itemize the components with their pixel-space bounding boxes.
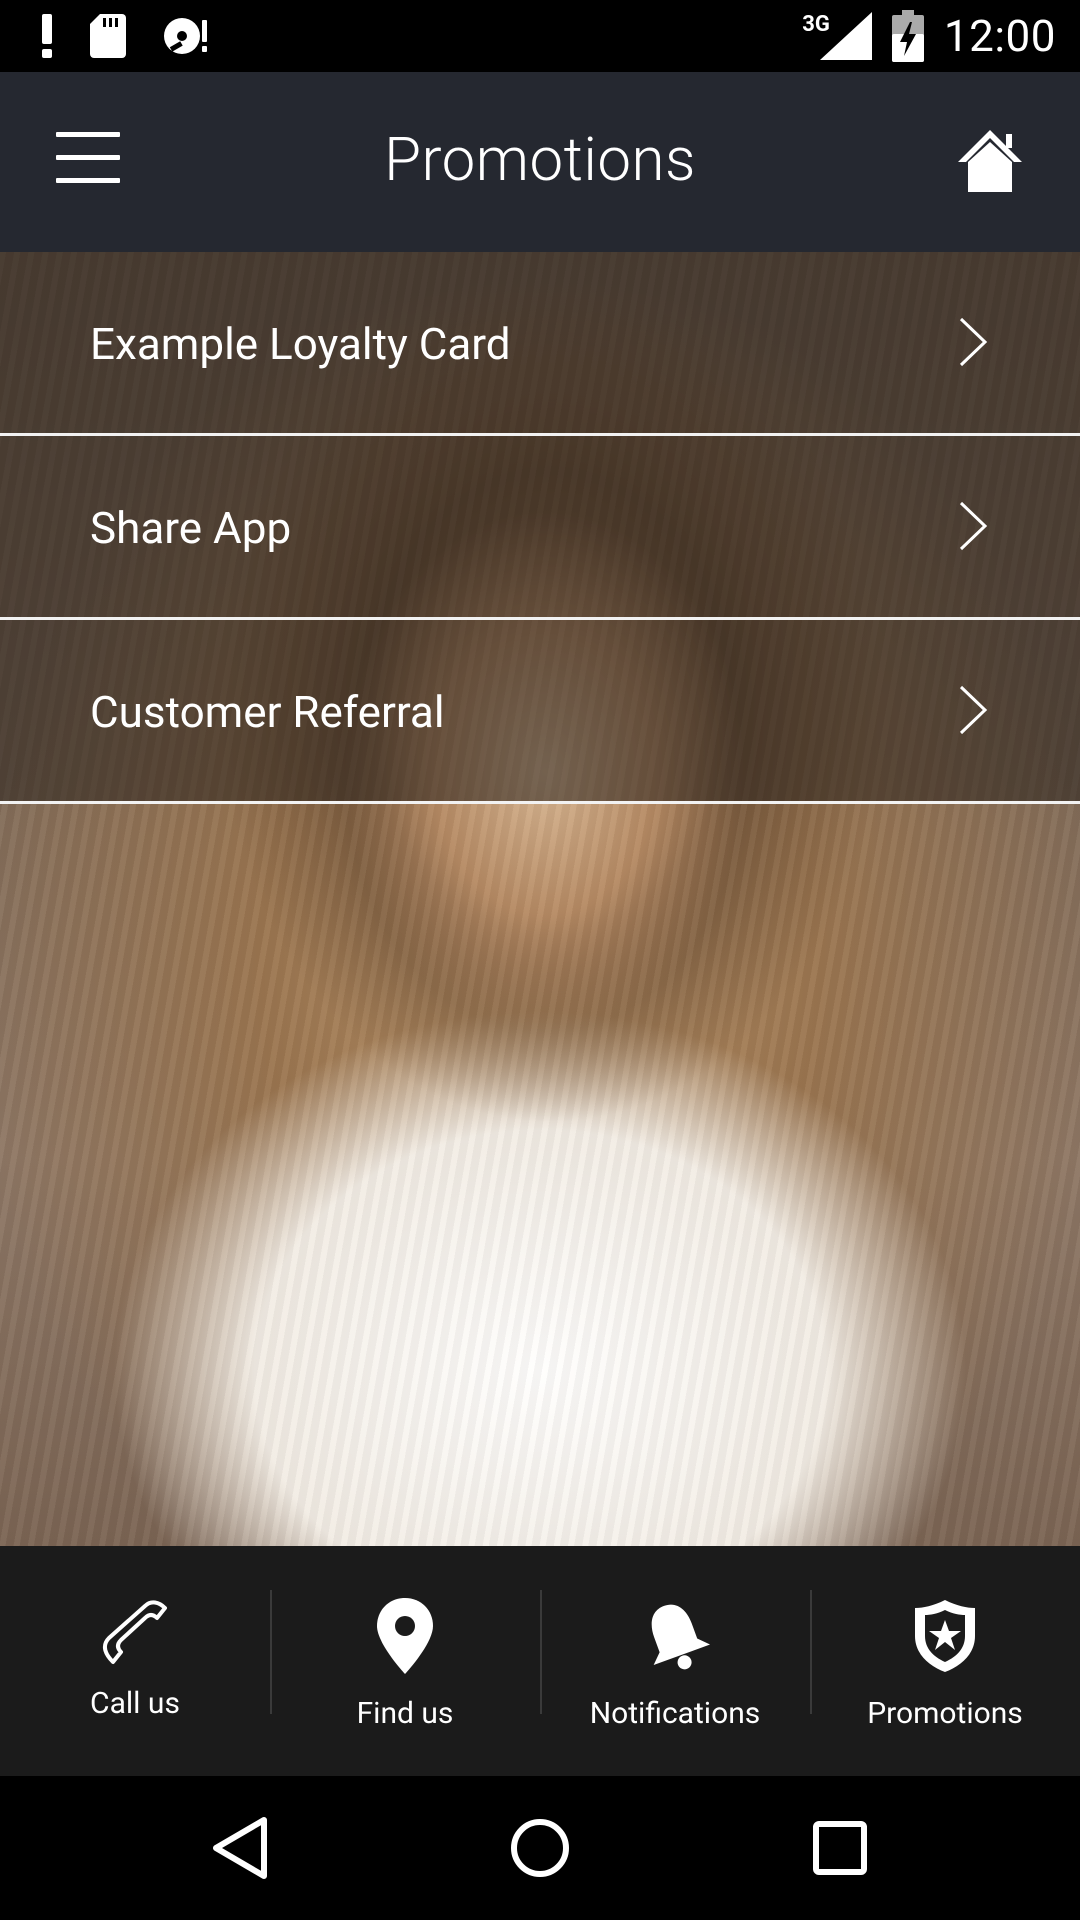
promotion-item-share-app[interactable]: Share App [0,436,1080,620]
tab-promotions[interactable]: Promotions [810,1546,1080,1776]
bell-icon [651,1604,711,1670]
bottom-tab-bar: Call us Find us Notifications Promotions [0,1546,1080,1776]
promotion-item-label: Customer Referral [90,686,445,738]
battery-charging-icon [891,10,924,62]
status-bar: 3G 12:00 [0,0,1080,72]
tab-label: Notifications [589,1696,761,1731]
tab-label: Promotions [867,1696,1023,1731]
chevron-right-icon [959,317,988,367]
promotion-item-loyalty-card[interactable]: Example Loyalty Card [0,252,1080,436]
tab-call-us[interactable]: Call us [0,1546,270,1776]
promotion-list: Example Loyalty Card Share App Customer … [0,252,1080,804]
sd-card-icon [90,14,126,58]
disk-alert-icon [164,18,207,54]
tab-label: Call us [90,1686,180,1721]
promotion-item-label: Share App [90,502,292,554]
phone-icon [102,1600,167,1664]
chevron-right-icon [959,501,988,551]
tab-notifications[interactable]: Notifications [540,1546,810,1776]
page-title: Promotions [384,124,696,195]
back-icon[interactable] [202,1810,278,1886]
content-area: Example Loyalty Card Share App Customer … [0,252,1080,1546]
shield-star-icon [915,1600,975,1672]
clock: 12:00 [943,10,1056,62]
tab-find-us[interactable]: Find us [270,1546,540,1776]
system-nav-bar [0,1776,1080,1920]
tab-label: Find us [356,1696,454,1731]
promotion-item-label: Example Loyalty Card [90,318,511,370]
status-notifications [40,10,208,62]
map-pin-icon [377,1598,433,1674]
promotion-item-customer-referral[interactable]: Customer Referral [0,620,1080,804]
recents-icon[interactable] [802,1810,878,1886]
network-type: 3G [802,11,830,37]
status-indicators: 3G 12:00 [802,8,1056,64]
home-icon[interactable] [956,128,1024,196]
chevron-right-icon [959,685,988,735]
home-circle-icon[interactable] [502,1810,578,1886]
app-bar: Promotions [0,72,1080,252]
alert-icon [42,14,52,58]
